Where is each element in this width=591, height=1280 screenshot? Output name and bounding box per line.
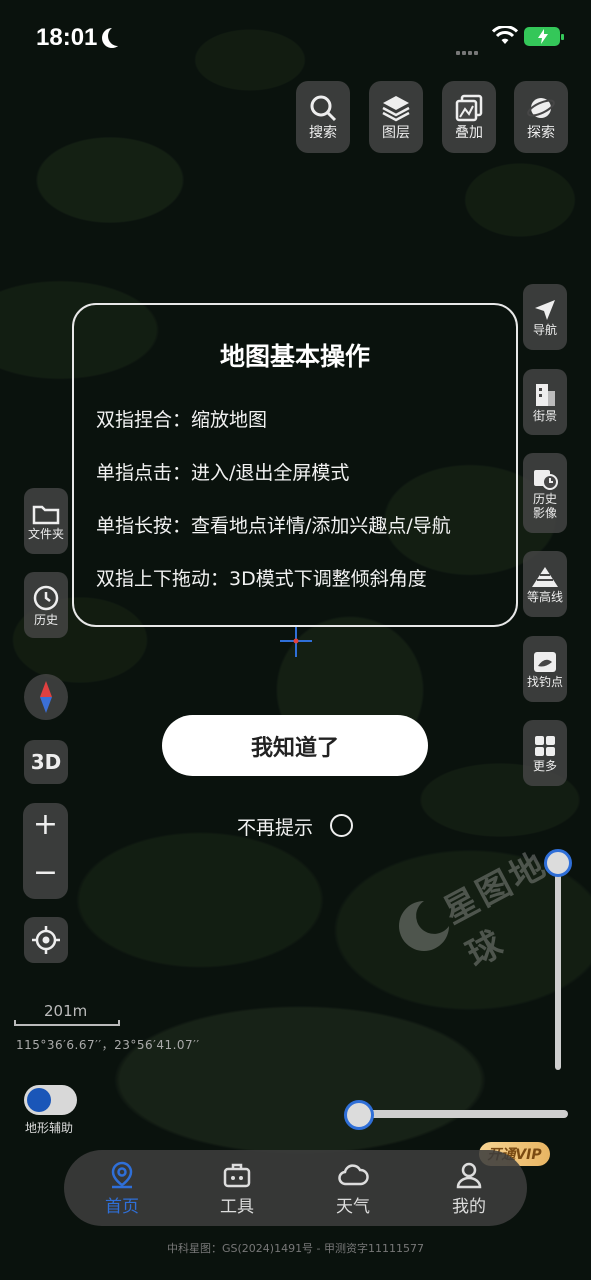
compass-button[interactable]	[24, 674, 68, 720]
navigation-button[interactable]: 导航	[523, 284, 567, 350]
status-bar: 18:01	[0, 0, 591, 74]
locate-button[interactable]	[24, 917, 68, 963]
nav-profile[interactable]: 我的	[434, 1160, 504, 1217]
map-license-footer: 中科星图：GS(2024)1491号 - 甲测资字11111577	[166, 1242, 425, 1255]
folder-label: 文件夹	[27, 526, 64, 541]
nav-tools-label: 工具	[220, 1197, 254, 1217]
view-3d-label: 3D	[30, 750, 62, 774]
bottom-nav: 首页 工具 天气 我的	[64, 1150, 527, 1226]
navigation-arrow-icon	[535, 299, 555, 320]
history-label: 历史	[33, 612, 58, 627]
planet-icon	[527, 98, 555, 118]
fishing-icon	[534, 651, 556, 672]
cellular-signal-icon	[456, 40, 484, 55]
user-icon	[456, 1162, 482, 1189]
nav-weather[interactable]: 天气	[318, 1160, 388, 1217]
terrain-assist-label: 地形辅助	[25, 1121, 74, 1135]
history-button[interactable]: 历史	[24, 572, 68, 638]
scale-bar	[14, 1020, 120, 1026]
history-imagery-button[interactable]: 历史 影像	[523, 453, 567, 533]
terrain-assist-toggle[interactable]	[24, 1085, 77, 1115]
nav-tools[interactable]: 工具	[202, 1160, 272, 1217]
scale-label: 201m	[44, 1002, 88, 1020]
search-icon	[310, 95, 337, 122]
opacity-slider-track[interactable]	[366, 1110, 568, 1118]
overlay-label: 叠加	[455, 125, 483, 141]
dialog-line-long-press: 单指长按：查看地点详情/添加兴趣点/导航	[96, 515, 451, 537]
folder-button[interactable]: 文件夹	[24, 488, 68, 554]
map-operations-dialog: 地图基本操作 双指捏合：缩放地图 单指点击：进入/退出全屏模式 单指长按：查看地…	[72, 303, 518, 627]
history-image-icon	[534, 469, 558, 490]
contour-button[interactable]: 等高线	[523, 551, 567, 617]
wifi-icon	[491, 25, 519, 50]
tilt-slider-handle[interactable]	[544, 849, 572, 877]
fishing-spot-label: 找钓点	[526, 674, 563, 689]
street-view-label: 街景	[532, 408, 557, 423]
folder-icon	[32, 505, 60, 524]
toolbox-icon	[223, 1163, 251, 1188]
locate-crosshair-icon	[32, 926, 60, 954]
dialog-line-drag: 双指上下拖动：3D模式下调整倾斜角度	[96, 568, 427, 590]
dialog-title: 地图基本操作	[219, 342, 370, 371]
compass-icon	[40, 681, 52, 713]
more-label: 更多	[532, 758, 557, 773]
cloud-icon	[338, 1164, 369, 1186]
opacity-slider-handle[interactable]	[344, 1100, 374, 1130]
zoom-out-button[interactable]: −	[23, 855, 68, 890]
got-it-button[interactable]: 我知道了	[162, 715, 428, 776]
nav-home-label: 首页	[105, 1197, 139, 1217]
fishing-spot-button[interactable]: 找钓点	[523, 636, 567, 702]
contour-icon	[532, 566, 558, 587]
no-remind-radio[interactable]	[330, 814, 353, 837]
nav-profile-label: 我的	[452, 1197, 486, 1217]
no-remind-label[interactable]: 不再提示	[237, 813, 313, 840]
overlay-button[interactable]: 叠加	[442, 81, 496, 153]
clock-icon	[33, 585, 59, 610]
dialog-line-tap: 单指点击：进入/退出全屏模式	[96, 462, 350, 484]
search-label: 搜索	[309, 125, 337, 141]
view-3d-button[interactable]: 3D	[24, 740, 68, 784]
search-button[interactable]: 搜索	[296, 81, 350, 153]
nav-weather-label: 天气	[336, 1197, 370, 1217]
zoom-control: + −	[23, 803, 68, 899]
battery-charging-icon	[524, 27, 564, 46]
tilt-slider-track[interactable]	[555, 870, 561, 1070]
explore-label: 探索	[527, 125, 555, 141]
more-button[interactable]: 更多	[523, 720, 567, 786]
zoom-in-button[interactable]: +	[23, 807, 68, 842]
layers-icon	[382, 96, 410, 122]
street-view-button[interactable]: 街景	[523, 369, 567, 435]
grid-icon	[535, 735, 555, 756]
layers-button[interactable]: 图层	[369, 81, 423, 153]
status-time: 18:01	[36, 24, 98, 51]
history-imagery-label: 历史 影像	[532, 491, 557, 520]
location-pin-icon	[111, 1161, 133, 1189]
navigation-label: 导航	[532, 322, 557, 337]
coordinates-readout: 115°36′6.67′′，23°56′41.07′′	[16, 1038, 200, 1052]
nav-home[interactable]: 首页	[87, 1160, 157, 1217]
dialog-line-pinch: 双指捏合：缩放地图	[96, 409, 268, 431]
map-center-crosshair-icon	[280, 625, 312, 657]
building-icon	[536, 383, 555, 406]
layers-label: 图层	[382, 125, 410, 141]
overlay-icon	[455, 94, 483, 122]
moon-icon	[108, 26, 128, 46]
contour-label: 等高线	[526, 589, 563, 604]
explore-button[interactable]: 探索	[514, 81, 568, 153]
